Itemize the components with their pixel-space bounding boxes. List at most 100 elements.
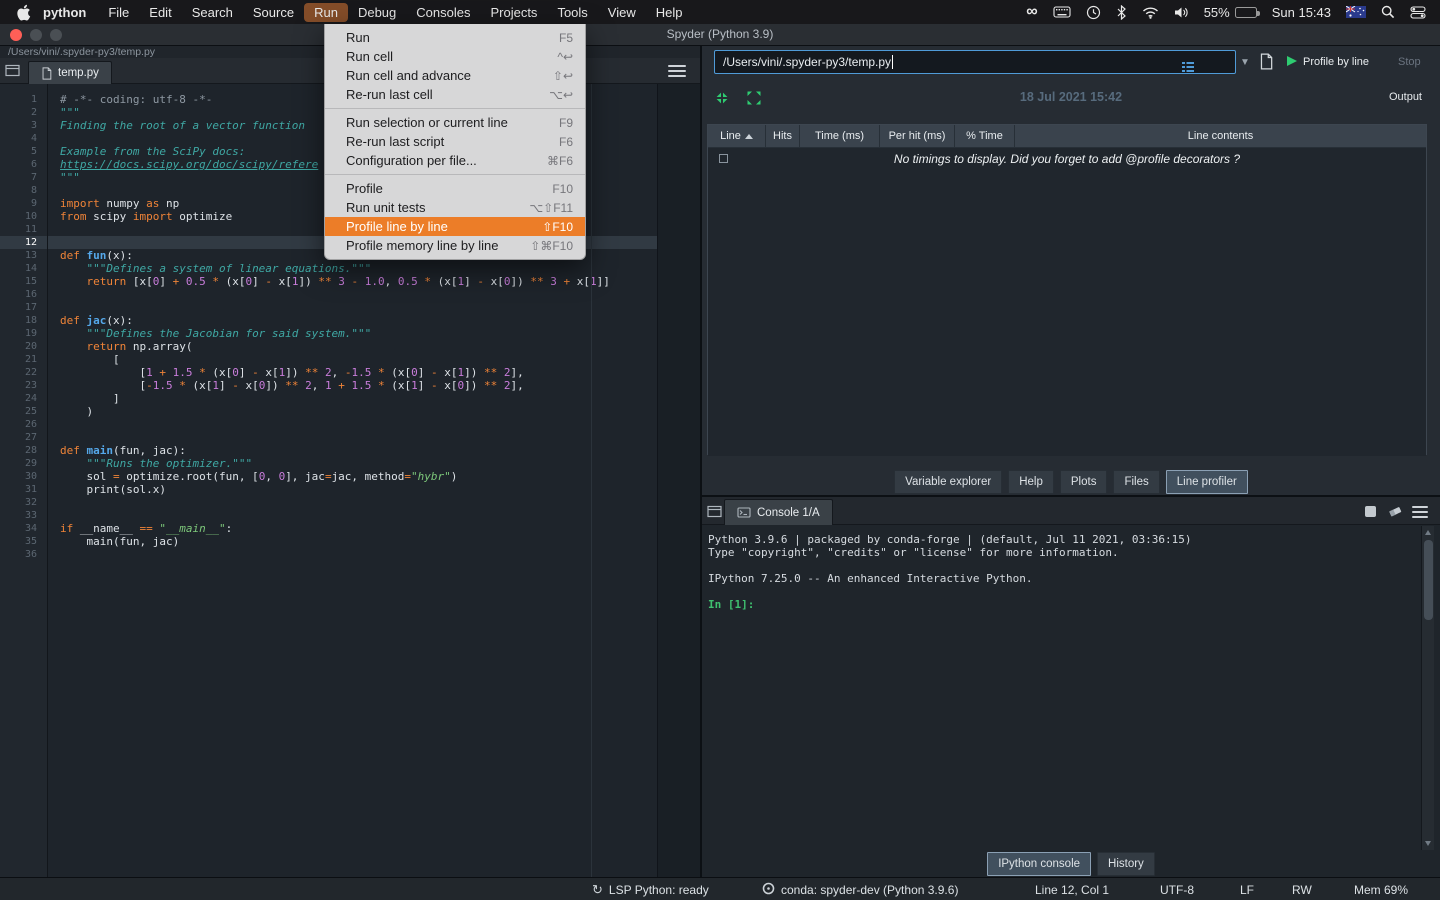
apple-menu-icon[interactable] xyxy=(16,4,31,21)
browse-tabs-icon[interactable] xyxy=(707,505,722,523)
menubar-item-consoles[interactable]: Consoles xyxy=(406,3,480,22)
code-line-33[interactable] xyxy=(48,509,657,522)
console-tab[interactable]: Console 1/A xyxy=(724,499,833,525)
menubar-clock[interactable]: Sun 15:43 xyxy=(1272,5,1331,20)
menubar-item-debug[interactable]: Debug xyxy=(348,3,406,22)
menubar-item-tools[interactable]: Tools xyxy=(547,3,597,22)
code-line-20[interactable]: return np.array( xyxy=(48,340,657,353)
code-line-28[interactable]: def main(fun, jac): xyxy=(48,444,657,457)
path-dropdown-arrow-icon[interactable]: ▼ xyxy=(1236,50,1254,74)
eraser-icon[interactable] xyxy=(1387,503,1404,524)
menu-item-profile-memory-line-by-line[interactable]: Profile memory line by line ⇧⌘F10 xyxy=(325,236,585,255)
menu-item-profile-line-by-line[interactable]: Profile line by line ⇧F10 xyxy=(325,217,585,236)
menubar-item-view[interactable]: View xyxy=(598,3,646,22)
line-number: 14 xyxy=(24,263,37,274)
code-line-31[interactable]: print(sol.x) xyxy=(48,483,657,496)
line-number: 5 xyxy=(30,146,37,157)
pane-tab-history[interactable]: History xyxy=(1097,852,1155,876)
profile-by-line-button[interactable]: Profile by line xyxy=(1303,56,1369,68)
column-header-time-ms[interactable]: Time (ms) xyxy=(800,125,880,147)
pane-tab-help[interactable]: Help xyxy=(1008,470,1054,494)
battery-percent: 55% xyxy=(1203,4,1230,20)
menubar-item-help[interactable]: Help xyxy=(646,3,693,22)
pane-tab-variable-explorer[interactable]: Variable explorer xyxy=(894,470,1003,494)
code-line-24[interactable]: ] xyxy=(48,392,657,405)
menu-item-run[interactable]: Run F5 xyxy=(325,28,585,47)
editor-tab-temp-py[interactable]: temp.py xyxy=(28,61,112,84)
console-scrollbar[interactable] xyxy=(1421,526,1434,850)
menu-item-run-cell-and-advance[interactable]: Run cell and advance ⇧↩ xyxy=(325,66,585,85)
code-line-14[interactable]: """Defines a system of linear equations.… xyxy=(48,262,657,275)
profile-play-icon[interactable] xyxy=(1287,56,1297,66)
scroll-up-icon[interactable] xyxy=(1425,530,1431,535)
code-line-22[interactable]: [1 + 1.5 * (x[0] - x[1]) ** 2, -1.5 * (x… xyxy=(48,366,657,379)
pane-tab-plots[interactable]: Plots xyxy=(1059,470,1108,494)
code-line-16[interactable] xyxy=(48,288,657,301)
menubar-item-source[interactable]: Source xyxy=(243,3,304,22)
code-line-26[interactable] xyxy=(48,418,657,431)
column-header-time[interactable]: % Time xyxy=(955,125,1015,147)
pane-tab-files[interactable]: Files xyxy=(1113,470,1160,494)
editor-options-menu-icon[interactable] xyxy=(668,65,686,77)
code-line-30[interactable]: sol = optimize.root(fun, [0, 0], jac=jac… xyxy=(48,470,657,483)
code-line-21[interactable]: [ xyxy=(48,353,657,366)
menubar-item-edit[interactable]: Edit xyxy=(139,3,181,22)
flag-icon[interactable] xyxy=(1346,6,1366,18)
profiler-path-input[interactable]: /Users/vini/.spyder-py3/temp.py xyxy=(714,50,1236,74)
scrollbar-thumb[interactable] xyxy=(1424,540,1433,620)
lsp-sync-icon: ↻ xyxy=(592,882,603,897)
code-line-35[interactable]: main(fun, jac) xyxy=(48,535,657,548)
menubar-item-file[interactable]: File xyxy=(98,3,139,22)
menu-item-configuration-per-file[interactable]: Configuration per file... ⌘F6 xyxy=(325,151,585,170)
control-center-icon[interactable] xyxy=(1410,5,1426,19)
column-header-per-hit-ms[interactable]: Per hit (ms) xyxy=(880,125,955,147)
keyboard-icon[interactable] xyxy=(1053,6,1071,18)
recent-files-icon[interactable] xyxy=(1181,60,1195,77)
code-line-32[interactable] xyxy=(48,496,657,509)
column-header-line[interactable]: Line xyxy=(708,125,766,147)
code-line-17[interactable] xyxy=(48,301,657,314)
bluetooth-icon[interactable] xyxy=(1116,4,1127,20)
column-header-line-contents[interactable]: Line contents xyxy=(1015,125,1426,147)
code-line-23[interactable]: [-1.5 * (x[1] - x[0]) ** 2, 1 + 1.5 * (x… xyxy=(48,379,657,392)
pane-tab-line-profiler[interactable]: Line profiler xyxy=(1165,470,1248,494)
time-machine-icon[interactable] xyxy=(1086,5,1101,20)
conda-icon xyxy=(762,882,775,897)
menu-item-re-run-last-script[interactable]: Re-run last script F6 xyxy=(325,132,585,151)
spotlight-search-icon[interactable] xyxy=(1381,5,1395,19)
menu-item-label: Run unit tests xyxy=(346,200,426,215)
output-file-icon[interactable] xyxy=(1259,53,1273,75)
code-line-29[interactable]: """Runs the optimizer.""" xyxy=(48,457,657,470)
code-line-15[interactable]: return [x[0] + 0.5 * (x[0] - x[1]) ** 3 … xyxy=(48,275,657,288)
code-line-36[interactable] xyxy=(48,548,657,561)
volume-icon[interactable] xyxy=(1174,6,1189,19)
infinity-icon[interactable]: ∞ xyxy=(1026,4,1037,20)
menu-item-run-selection-or-current-line[interactable]: Run selection or current line F9 xyxy=(325,113,585,132)
code-line-18[interactable]: def jac(x): xyxy=(48,314,657,327)
inline-plot-icon[interactable] xyxy=(1365,506,1376,517)
profile-timestamp: 18 Jul 2021 15:42 xyxy=(1019,90,1123,104)
menubar-item-run[interactable]: Run xyxy=(304,2,348,22)
menu-item-re-run-last-cell[interactable]: Re-run last cell ⌥↩ xyxy=(325,85,585,104)
menubar-app-name[interactable]: python xyxy=(31,5,98,20)
stop-button[interactable]: Stop xyxy=(1398,56,1421,68)
wifi-icon[interactable] xyxy=(1142,6,1159,19)
console-options-menu-icon[interactable] xyxy=(1412,506,1428,518)
console-output[interactable]: Python 3.9.6 | packaged by conda-forge |… xyxy=(708,533,1416,611)
battery-indicator[interactable]: 55% xyxy=(1203,4,1260,20)
editor-scroll-flag-area[interactable] xyxy=(657,84,700,877)
menubar-item-projects[interactable]: Projects xyxy=(480,3,547,22)
code-line-19[interactable]: """Defines the Jacobian for said system.… xyxy=(48,327,657,340)
menubar-item-search[interactable]: Search xyxy=(182,3,243,22)
code-line-34[interactable]: if __name__ == "__main__": xyxy=(48,522,657,535)
pane-tab-ipython-console[interactable]: IPython console xyxy=(987,852,1092,876)
column-header-label: Time (ms) xyxy=(814,130,865,142)
browse-tabs-icon[interactable] xyxy=(5,64,20,82)
menu-item-run-unit-tests[interactable]: Run unit tests ⌥⇧F11 xyxy=(325,198,585,217)
code-line-25[interactable]: ) xyxy=(48,405,657,418)
menu-item-run-cell[interactable]: Run cell ^↩ xyxy=(325,47,585,66)
code-line-27[interactable] xyxy=(48,431,657,444)
menu-item-profile[interactable]: Profile F10 xyxy=(325,179,585,198)
scroll-down-icon[interactable] xyxy=(1425,841,1431,846)
column-header-hits[interactable]: Hits xyxy=(766,125,800,147)
